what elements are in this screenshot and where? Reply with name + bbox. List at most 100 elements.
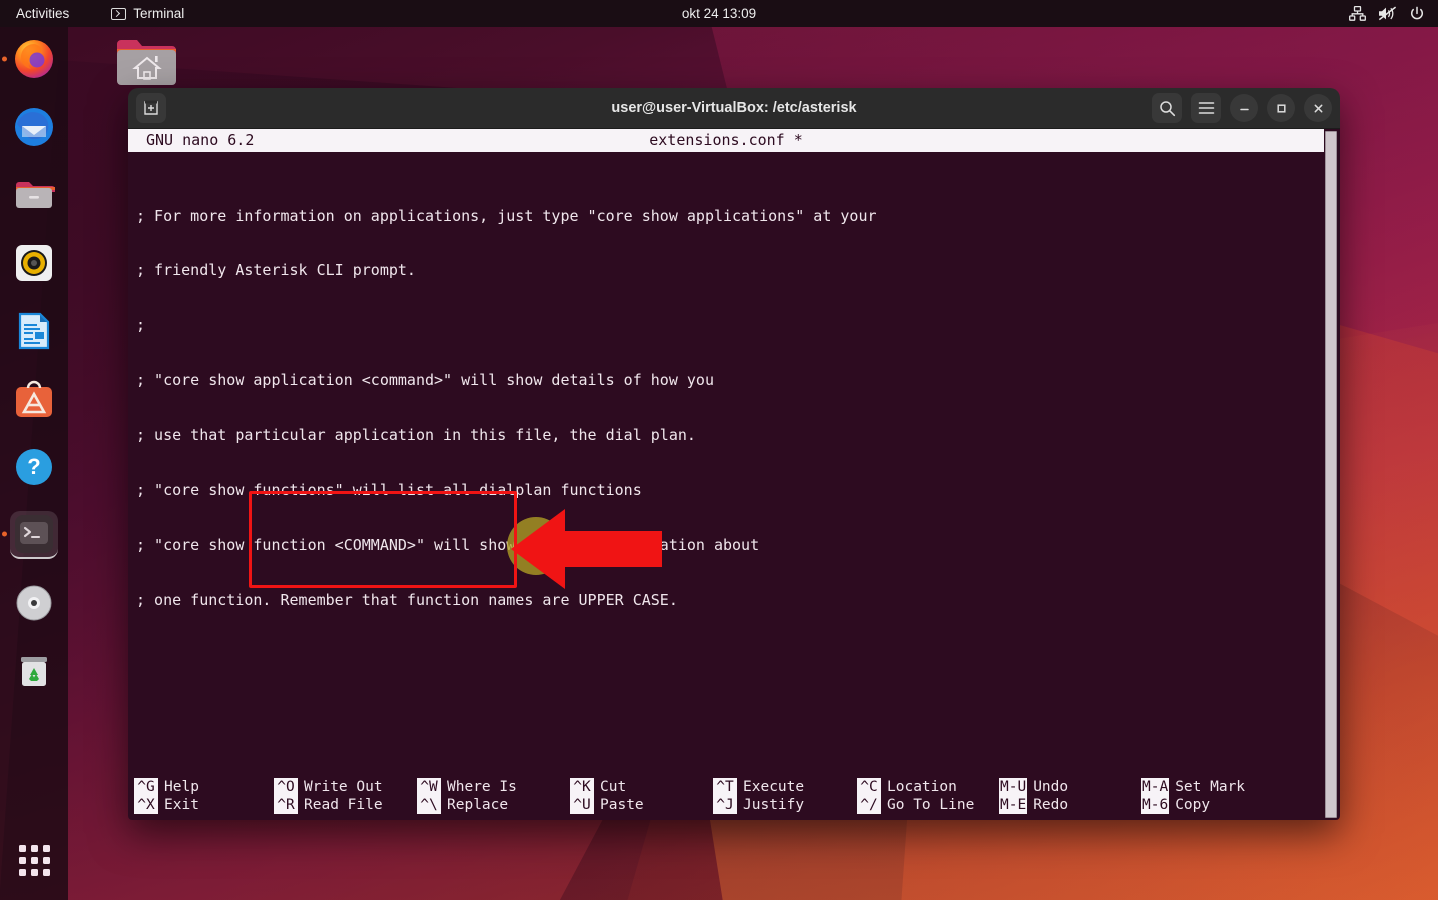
shortcut-item[interactable]: ^W Where Is [417, 778, 570, 796]
dock-item-disc[interactable] [10, 579, 58, 627]
power-icon[interactable] [1409, 6, 1425, 22]
dock-item-terminal[interactable] [10, 511, 58, 559]
terminal-body[interactable]: GNU nano 6.2 extensions.conf * ; For mor… [128, 129, 1340, 820]
minimize-button[interactable] [1230, 94, 1258, 122]
dock-item-firefox[interactable] [10, 35, 58, 83]
shortcut-item[interactable]: ^U Paste [570, 796, 713, 814]
shortcut-label: Help [164, 779, 199, 795]
shortcut-column: M-A Set Mark M-6 Copy [1141, 778, 1245, 814]
home-folder-icon [117, 40, 176, 85]
shortcut-key: ^U [570, 796, 594, 814]
terminal-app-icon [15, 515, 53, 553]
gnome-top-bar: Activities Terminal okt 24 13:09 [0, 0, 1438, 27]
shortcut-column: ^K Cut ^U Paste [570, 778, 713, 814]
shortcut-label: Where Is [447, 779, 517, 795]
shortcut-item[interactable]: M-6 Copy [1141, 796, 1245, 814]
close-icon [1314, 104, 1322, 112]
new-tab-icon [144, 100, 158, 115]
dock-item-rhythmbox[interactable] [10, 239, 58, 287]
hamburger-menu-icon [1198, 102, 1214, 114]
terminal-icon [111, 7, 127, 20]
shortcut-item[interactable]: ^X Exit [134, 796, 274, 814]
dock-item-files[interactable] [10, 171, 58, 219]
search-button[interactable] [1152, 93, 1182, 123]
shortcut-item[interactable]: ^T Execute [713, 778, 857, 796]
dock-item-trash[interactable] [10, 647, 58, 695]
comment-line: ; "core show application <command>" will… [136, 371, 714, 390]
dock-item-help[interactable]: ? [10, 443, 58, 491]
shortcut-column: ^G Help ^X Exit [134, 778, 274, 814]
menu-button[interactable] [1191, 93, 1221, 123]
volume-muted-icon[interactable] [1378, 6, 1397, 21]
shortcut-key: ^W [417, 778, 441, 796]
shortcut-key: ^/ [857, 796, 881, 814]
nano-filename: extensions.conf * [649, 131, 803, 149]
shortcut-item[interactable]: ^R Read File [274, 796, 417, 814]
terminal-scrollbar[interactable] [1324, 129, 1338, 820]
dock-item-thunderbird[interactable] [10, 103, 58, 151]
nano-editor-text[interactable]: ; For more information on applications, … [128, 152, 1340, 820]
activities-button[interactable]: Activities [16, 6, 69, 21]
comment-line: ; "core show functions" will list all di… [136, 481, 642, 500]
dock-item-ubuntu-software[interactable] [10, 375, 58, 423]
window-titlebar[interactable]: user@user-VirtualBox: /etc/asterisk [128, 88, 1340, 129]
minimize-icon [1239, 108, 1249, 110]
shortcut-label: Exit [164, 797, 199, 813]
new-tab-button[interactable] [136, 93, 166, 123]
dock-item-libreoffice-writer[interactable] [10, 307, 58, 355]
firefox-icon [15, 40, 53, 78]
disc-icon [16, 585, 52, 621]
shortcut-key: ^J [713, 796, 737, 814]
focused-app-menu[interactable]: Terminal [111, 6, 184, 21]
shortcut-label: Set Mark [1175, 779, 1246, 795]
shortcut-key: ^K [570, 778, 594, 796]
ubuntu-software-icon [16, 380, 52, 417]
shortcut-item[interactable]: M-E Redo [999, 796, 1141, 814]
show-applications-button[interactable] [10, 836, 58, 884]
shortcut-item[interactable]: M-A Set Mark [1141, 778, 1245, 796]
scrollbar-thumb[interactable] [1325, 131, 1337, 818]
shortcut-item[interactable]: ^O Write Out [274, 778, 417, 796]
files-icon [16, 182, 55, 208]
shortcut-key: ^O [274, 778, 298, 796]
screen-root: Activities Terminal okt 24 13:09 ? user@… [0, 0, 1438, 900]
comment-line: ; use that particular application in thi… [136, 426, 696, 445]
focused-app-label: Terminal [133, 6, 185, 21]
libreoffice-writer-icon [18, 312, 50, 350]
shortcut-label: Replace [447, 797, 509, 813]
close-button[interactable] [1304, 94, 1332, 122]
comment-line: ; "core show function <COMMAND>" will sh… [136, 535, 760, 554]
shortcut-label: Paste [600, 797, 644, 813]
ubuntu-dock: ? [0, 27, 68, 900]
search-icon [1159, 100, 1175, 116]
shortcut-column: ^O Write Out ^R Read File [274, 778, 417, 814]
shortcut-label: Location [887, 779, 957, 795]
network-wired-icon[interactable] [1349, 6, 1366, 21]
shortcut-item[interactable]: ^/ Go To Line [857, 796, 999, 814]
shortcut-item[interactable]: ^K Cut [570, 778, 713, 796]
shortcut-item[interactable]: M-U Undo [999, 778, 1141, 796]
comment-line: ; [136, 316, 146, 335]
help-icon: ? [16, 449, 52, 485]
shortcut-label: Execute [743, 779, 805, 795]
shortcut-label: Go To Line [887, 797, 975, 813]
shortcut-key: ^X [134, 796, 158, 814]
shortcut-label: Cut [600, 779, 627, 795]
shortcut-label: Undo [1033, 779, 1069, 795]
shortcut-key: M-U [999, 778, 1028, 796]
shortcut-item[interactable]: ^\ Replace [417, 796, 570, 814]
maximize-button[interactable] [1267, 94, 1295, 122]
svg-text:?: ? [27, 454, 40, 479]
status-indicators[interactable] [1349, 6, 1425, 22]
shortcut-item[interactable]: ^C Location [857, 778, 999, 796]
rhythmbox-icon [16, 245, 52, 281]
shortcut-item[interactable]: ^G Help [134, 778, 274, 796]
shortcut-item[interactable]: ^J Justify [713, 796, 857, 814]
clock[interactable]: okt 24 13:09 [0, 6, 1438, 21]
comment-line: ; friendly Asterisk CLI prompt. [136, 261, 416, 280]
terminal-window: user@user-VirtualBox: /etc/asterisk GNU … [128, 88, 1340, 820]
maximize-icon [1276, 103, 1286, 113]
